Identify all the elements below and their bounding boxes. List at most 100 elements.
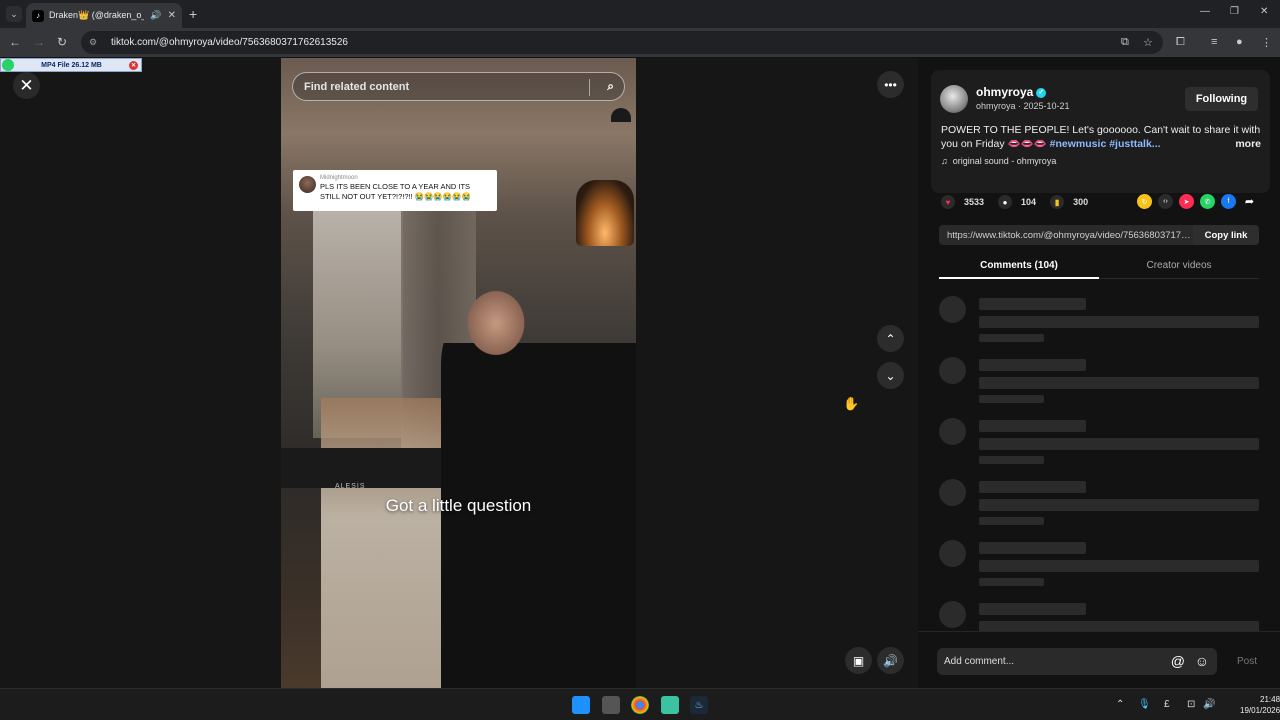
following-button[interactable]: Following xyxy=(1185,87,1258,111)
menu-kebab-icon[interactable]: ⋮ xyxy=(1261,36,1272,49)
keyboard-brand-text: ALESIS xyxy=(335,483,366,490)
download-close-icon[interactable]: ✕ xyxy=(129,60,138,70)
more-button[interactable]: more xyxy=(1235,137,1261,151)
extensions-icon[interactable]: ⧠ xyxy=(1176,36,1185,49)
download-indicator[interactable]: MP4 File 26.12 MB ✕ xyxy=(0,58,142,72)
more-options-icon[interactable]: ••• xyxy=(877,71,904,98)
reload-icon[interactable]: ↻ xyxy=(57,35,67,49)
save-count: 300 xyxy=(1073,197,1089,207)
next-video-icon[interactable]: ⌄ xyxy=(877,362,904,389)
browser-tab-active[interactable]: ♪ Draken👑 (@draken_o_o) | 🔊 ✕ xyxy=(26,3,182,28)
post-info-card: ohmyroya ✓ ohmyroya · 2025-10-21 Followin… xyxy=(931,70,1270,193)
whatsapp-icon xyxy=(2,59,14,71)
comment-skeleton xyxy=(939,479,1259,535)
add-comment-placeholder: Add comment... xyxy=(944,656,1015,667)
comment-skeleton xyxy=(939,540,1259,596)
forward-icon[interactable]: → xyxy=(33,35,45,49)
sound-link[interactable]: ♫ original sound - ohmyroya xyxy=(941,156,1056,166)
start-windows-icon[interactable] xyxy=(572,696,590,714)
site-info-icon[interactable]: ⚙ xyxy=(89,37,101,49)
send-to-friends-icon[interactable]: ➤ xyxy=(1179,194,1194,209)
address-bar[interactable]: ⚙ tiktok.com/@ohmyroya/video/75636803717… xyxy=(81,31,1163,54)
verified-badge-icon: ✓ xyxy=(1036,87,1047,98)
facebook-share-icon[interactable]: f xyxy=(1221,194,1236,209)
system-clock[interactable]: 21:48 19/01/2026 xyxy=(1240,694,1280,716)
cast-icon[interactable]: ⧉ xyxy=(1121,36,1129,49)
tab-creator-videos[interactable]: Creator videos xyxy=(1099,260,1259,271)
copy-link-button[interactable]: Copy link xyxy=(1193,225,1259,245)
video-details-panel: ohmyroya ✓ ohmyroya · 2025-10-21 Followin… xyxy=(918,58,1280,688)
restore-icon[interactable]: ❐ xyxy=(1230,6,1239,17)
mouse-cursor-icon: ✋ xyxy=(843,396,860,411)
active-tab-indicator xyxy=(939,277,1099,279)
network-icon[interactable]: ⊡ xyxy=(1187,699,1195,710)
comment-count: 104 xyxy=(1021,197,1037,207)
window-close-icon[interactable]: ✕ xyxy=(1260,6,1268,17)
tab-close-icon[interactable]: ✕ xyxy=(168,10,176,21)
floating-player-icon[interactable]: ▣ xyxy=(845,647,872,674)
save-stat[interactable]: ▮ 300 xyxy=(1050,195,1088,209)
video-scene-lamp xyxy=(576,180,634,246)
chrome-taskbar-icon[interactable] xyxy=(631,696,649,714)
heart-icon: ♥ xyxy=(941,195,955,209)
media-control-icon[interactable]: ≡ xyxy=(1211,36,1217,48)
video-frame[interactable]: ALESIS Find related content ⌕ Midnightmo… xyxy=(281,58,636,688)
comment-bubble-icon: ● xyxy=(998,195,1013,209)
browser-tab-strip: ⌄ ♪ Draken👑 (@draken_o_o) | 🔊 ✕ + — ❐ ✕ xyxy=(0,0,1280,28)
embed-code-icon[interactable]: ‹› xyxy=(1158,194,1173,209)
whatsapp-share-icon[interactable]: ✆ xyxy=(1200,194,1215,209)
windows-taskbar: ♨ ⌃ 🎙 £ ⊡ 🔊 21:48 19/01/2026 xyxy=(0,688,1280,720)
previous-video-icon[interactable]: ⌃ xyxy=(877,325,904,352)
tab-comments[interactable]: Comments (104) xyxy=(939,260,1099,271)
bookmark-star-icon[interactable]: ☆ xyxy=(1143,36,1153,49)
sound-name: original sound - ohmyroya xyxy=(952,156,1057,166)
share-arrow-icon[interactable]: ➦ xyxy=(1242,194,1257,209)
share-link-box[interactable]: https://www.tiktok.com/@ohmyroya/video/7… xyxy=(939,225,1259,245)
minimize-icon[interactable]: — xyxy=(1200,6,1210,17)
search-icon[interactable]: ⌕ xyxy=(607,79,614,94)
steam-taskbar-icon[interactable]: ♨ xyxy=(690,696,708,714)
comment-skeleton xyxy=(939,357,1259,413)
video-scene-person xyxy=(441,283,636,688)
reply-comment-sticker: Midnightmoon PLS ITS BEEN CLOSE TO A YEA… xyxy=(293,170,497,211)
author-username[interactable]: ohmyroya ✓ xyxy=(976,85,1047,99)
profile-avatar-icon[interactable]: ● xyxy=(1236,36,1243,48)
mention-icon[interactable]: @ xyxy=(1171,653,1185,669)
clock-date: 19/01/2026 xyxy=(1240,706,1280,715)
tab-search-dropdown-icon[interactable]: ⌄ xyxy=(6,6,22,22)
download-label: MP4 File 26.12 MB xyxy=(41,61,102,69)
volume-icon[interactable]: 🔊 xyxy=(877,647,904,674)
comment-skeleton xyxy=(939,296,1259,352)
share-options: ↻ ‹› ➤ ✆ f ➦ xyxy=(1137,194,1263,209)
tray-overflow-icon[interactable]: ⌃ xyxy=(1116,699,1124,710)
browser-toolbar: ← → ↻ ⚙ tiktok.com/@ohmyroya/video/75636… xyxy=(0,28,1280,57)
task-view-icon[interactable] xyxy=(602,696,620,714)
repost-icon[interactable]: ↻ xyxy=(1137,194,1152,209)
close-player-icon[interactable]: ✕ xyxy=(13,72,40,99)
microphone-icon[interactable]: 🎙 xyxy=(1138,699,1151,710)
speaker-icon[interactable]: 🔊 xyxy=(1203,699,1215,710)
back-icon[interactable]: ← xyxy=(9,35,21,49)
video-caption: Got a little question xyxy=(385,496,532,515)
search-divider xyxy=(589,79,590,96)
tab-audio-icon[interactable]: 🔊 xyxy=(150,10,161,21)
post-comment-button[interactable]: Post xyxy=(1237,656,1257,667)
like-stat[interactable]: ♥ 3533 xyxy=(941,195,984,209)
author-handle-date: ohmyroya · 2025-10-21 xyxy=(976,101,1070,111)
comment-skeleton xyxy=(939,418,1259,474)
clock-time: 21:48 xyxy=(1260,695,1280,704)
input-language-icon[interactable]: £ xyxy=(1164,699,1170,710)
find-related-search[interactable]: Find related content ⌕ xyxy=(292,72,625,101)
add-comment-input[interactable]: Add comment... @ ☺ xyxy=(937,648,1217,675)
new-tab-button[interactable]: + xyxy=(189,6,197,22)
panel-tabs: Comments (104) Creator videos xyxy=(939,255,1259,279)
search-placeholder: Find related content xyxy=(304,80,410,93)
comment-stat[interactable]: ● 104 xyxy=(998,195,1036,209)
author-avatar[interactable] xyxy=(940,85,968,113)
tab-title: Draken👑 (@draken_o_o) | xyxy=(49,10,144,20)
bookmark-icon: ▮ xyxy=(1050,195,1065,209)
emoji-icon[interactable]: ☺ xyxy=(1195,653,1209,669)
video-scene-ceiling-lamp xyxy=(611,108,631,122)
app-taskbar-icon[interactable] xyxy=(661,696,679,714)
description-hashtags[interactable]: #newmusic #justtalk... xyxy=(1050,138,1161,150)
